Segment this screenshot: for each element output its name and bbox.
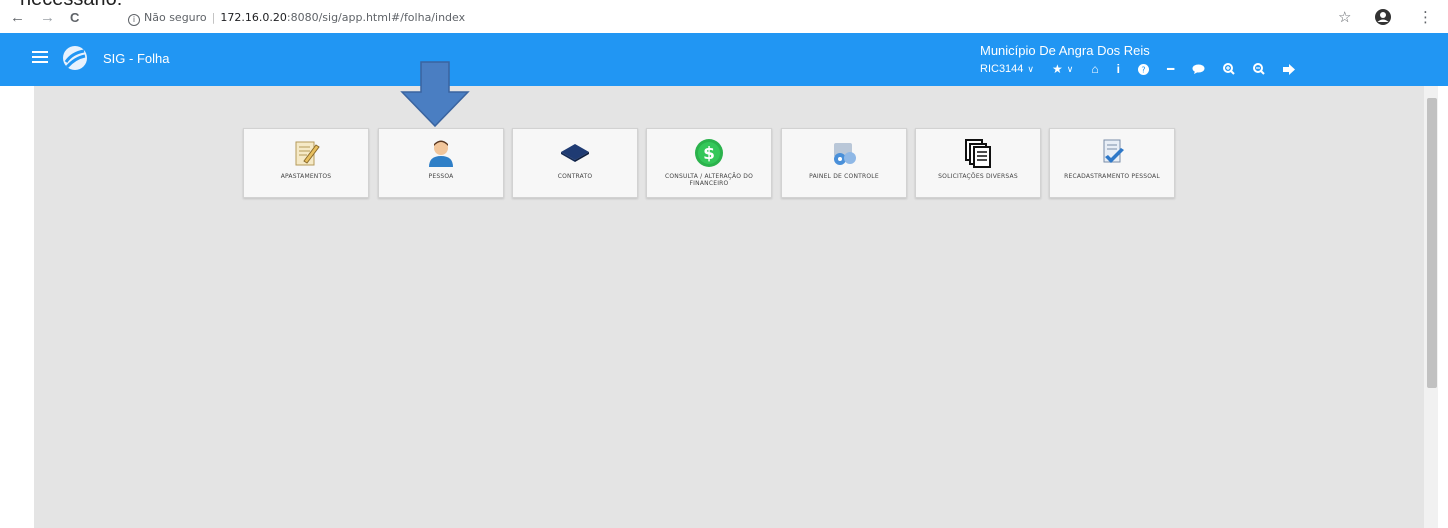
forward-button[interactable]: →: [40, 9, 55, 27]
app-title: SIG - Folha: [103, 51, 170, 66]
browser-toolbar: ← → C i Não seguro | 172.16.0.20:8080/sig/a…: [0, 6, 1448, 30]
home-icon[interactable]: ⌂: [1091, 62, 1098, 76]
user-id: RIC3144: [980, 63, 1024, 75]
account-icon[interactable]: [1374, 8, 1392, 31]
app-header: SIG - Folha Município De Angra Dos Reis …: [0, 33, 1448, 86]
dollar-coin-icon: $: [695, 139, 723, 167]
tile-label: APASTAMENTOS: [280, 173, 332, 180]
reload-button[interactable]: C: [70, 9, 79, 27]
document-pencil-icon: [295, 141, 320, 166]
tile-consulta-financeiro[interactable]: $ CONSULTA / ALTERAÇÃO DO FINANCEIRO: [646, 128, 772, 198]
arrow-down-annotation: [400, 61, 470, 128]
zoom-in-icon[interactable]: [1223, 63, 1235, 75]
favorites-menu[interactable]: ★ ∨: [1052, 62, 1073, 76]
tile-pessoa[interactable]: PESSOA: [378, 128, 504, 198]
person-icon: [429, 140, 453, 167]
security-label: Não seguro: [144, 11, 207, 24]
control-panel-icon: [834, 143, 856, 165]
back-button[interactable]: ←: [10, 9, 25, 27]
app-logo: [63, 46, 87, 70]
logout-icon[interactable]: [1283, 63, 1296, 75]
tile-painel-controle[interactable]: PAINEL DE CONTROLE: [781, 128, 907, 198]
tile-afastamentos[interactable]: APASTAMENTOS: [243, 128, 369, 198]
url-path: :8080/sig/app.html#/folha/index: [286, 11, 466, 24]
tile-label: SOLICITAÇÕES DIVERSAS: [938, 173, 1018, 180]
tile-recadastramento-pessoal[interactable]: RECADASTRAMENTO PESSOAL: [1049, 128, 1175, 198]
chevron-down-icon: ∨: [1066, 63, 1074, 74]
tile-label: PAINEL DE CONTROLE: [809, 173, 879, 180]
municipality-name: Município De Angra Dos Reis: [980, 43, 1150, 58]
help-icon[interactable]: ?: [1137, 63, 1149, 75]
tile-label: RECADASTRAMENTO PESSOAL: [1064, 173, 1160, 180]
user-menu[interactable]: RIC3144 ∨: [980, 63, 1034, 75]
star-icon[interactable]: ☆: [1338, 8, 1351, 26]
tile-contrato[interactable]: CONTRATO: [512, 128, 638, 198]
document-check-icon: [1103, 139, 1124, 163]
url-host: 172.16.0.20: [220, 11, 287, 24]
header-toolbar: RIC3144 ∨ ★ ∨ ⌂ i ? ━: [980, 61, 1314, 77]
hamburger-menu-icon[interactable]: [32, 51, 48, 63]
stacked-documents-icon: [965, 139, 991, 168]
zoom-out-icon[interactable]: [1253, 63, 1265, 75]
star-icon: ★: [1052, 62, 1063, 76]
minus-icon[interactable]: ━: [1167, 62, 1174, 76]
chevron-down-icon: ∨: [1027, 63, 1035, 74]
chrome-menu-icon[interactable]: ⋮: [1418, 8, 1433, 26]
tile-label: CONTRATO: [557, 173, 593, 180]
chat-icon[interactable]: [1192, 64, 1205, 74]
tile-solicitacoes-diversas[interactable]: SOLICITAÇÕES DIVERSAS: [915, 128, 1041, 198]
info-icon[interactable]: i: [1117, 62, 1120, 76]
tile-label: PESSOA: [428, 173, 454, 180]
svg-text:$: $: [703, 144, 715, 164]
svg-text:?: ?: [1141, 65, 1145, 74]
info-icon[interactable]: i: [128, 14, 140, 26]
scrollbar-thumb[interactable]: [1427, 98, 1437, 388]
contract-book-icon: [561, 144, 589, 162]
tile-label: CONSULTA / ALTERAÇÃO DO FINANCEIRO: [664, 173, 754, 187]
address-bar[interactable]: i Não seguro | 172.16.0.20:8080/sig/app.htm…: [128, 9, 465, 27]
